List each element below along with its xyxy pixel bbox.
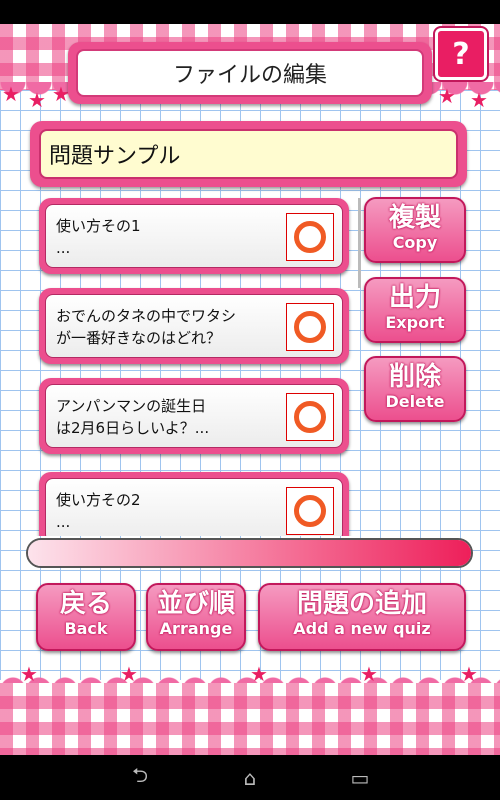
star-icon: ★ xyxy=(470,88,488,112)
ring-icon[interactable] xyxy=(286,487,334,535)
nav-recents-icon[interactable]: ▭ xyxy=(340,766,380,790)
list-scrollbar[interactable] xyxy=(358,198,361,288)
title-bar: ファイルの編集 xyxy=(68,42,432,104)
copy-button-sublabel: Copy xyxy=(392,233,438,252)
back-button-label: 戻る xyxy=(59,589,112,619)
export-button-sublabel: Export xyxy=(385,313,445,332)
system-nav-bar: ⮌ ⌂ ▭ xyxy=(0,755,500,800)
add-quiz-button-sublabel: Add a new quiz xyxy=(293,619,431,638)
star-icon: ★ xyxy=(28,88,46,112)
ring-icon[interactable] xyxy=(286,303,334,351)
export-button[interactable]: 出力 Export xyxy=(364,277,466,343)
back-button[interactable]: 戻る Back xyxy=(36,583,136,651)
star-icon: ★ xyxy=(2,82,20,106)
delete-button-sublabel: Delete xyxy=(385,392,445,411)
copy-button-label: 複製 xyxy=(388,203,441,233)
star-icon: ★ xyxy=(460,662,478,686)
export-button-label: 出力 xyxy=(388,283,441,313)
arrange-button-sublabel: Arrange xyxy=(159,619,233,638)
ring-icon[interactable] xyxy=(286,213,334,261)
file-name-field[interactable]: 問題サンプル xyxy=(39,129,458,179)
question-list[interactable]: 使い方その1 ... おでんのタネの中でワタシ が一番好きなのはどれ？ アンパン… xyxy=(36,194,356,536)
list-item[interactable]: アンパンマンの誕生日 は2月6日らしいよ？... xyxy=(39,378,349,454)
star-icon: ★ xyxy=(20,662,38,686)
gingham-footer-background xyxy=(0,683,500,755)
nav-home-icon[interactable]: ⌂ xyxy=(230,766,270,790)
item-text: おでんのタネの中でワタシ が一番好きなのはどれ？ xyxy=(56,307,237,347)
item-text: アンパンマンの誕生日 は2月6日らしいよ？... xyxy=(56,397,210,437)
delete-button[interactable]: 削除 Delete xyxy=(364,356,466,422)
list-item[interactable]: 使い方その1 ... xyxy=(39,198,349,274)
back-button-sublabel: Back xyxy=(64,619,108,638)
star-icon: ★ xyxy=(360,662,378,686)
status-bar xyxy=(0,0,500,24)
star-icon: ★ xyxy=(250,662,268,686)
list-item[interactable]: おでんのタネの中でワタシ が一番好きなのはどれ？ xyxy=(39,288,349,364)
list-item[interactable]: 使い方その2 ... xyxy=(39,472,349,536)
copy-button[interactable]: 複製 Copy xyxy=(364,197,466,263)
help-button[interactable]: ? xyxy=(433,26,489,82)
star-icon: ★ xyxy=(120,662,138,686)
page-title: ファイルの編集 xyxy=(76,49,424,97)
progress-bar xyxy=(26,538,473,568)
item-text: 使い方その2 ... xyxy=(56,491,141,531)
item-text: 使い方その1 ... xyxy=(56,217,141,257)
add-quiz-button[interactable]: 問題の追加 Add a new quiz xyxy=(258,583,466,651)
file-name-box: 問題サンプル xyxy=(30,121,467,187)
delete-button-label: 削除 xyxy=(388,362,441,392)
star-icon: ★ xyxy=(438,84,456,108)
nav-back-icon[interactable]: ⮌ xyxy=(120,761,160,795)
arrange-button[interactable]: 並び順 Arrange xyxy=(146,583,246,651)
add-quiz-button-label: 問題の追加 xyxy=(296,589,427,619)
arrange-button-label: 並び順 xyxy=(156,589,235,619)
progress-fill xyxy=(28,540,471,566)
ring-icon[interactable] xyxy=(286,393,334,441)
